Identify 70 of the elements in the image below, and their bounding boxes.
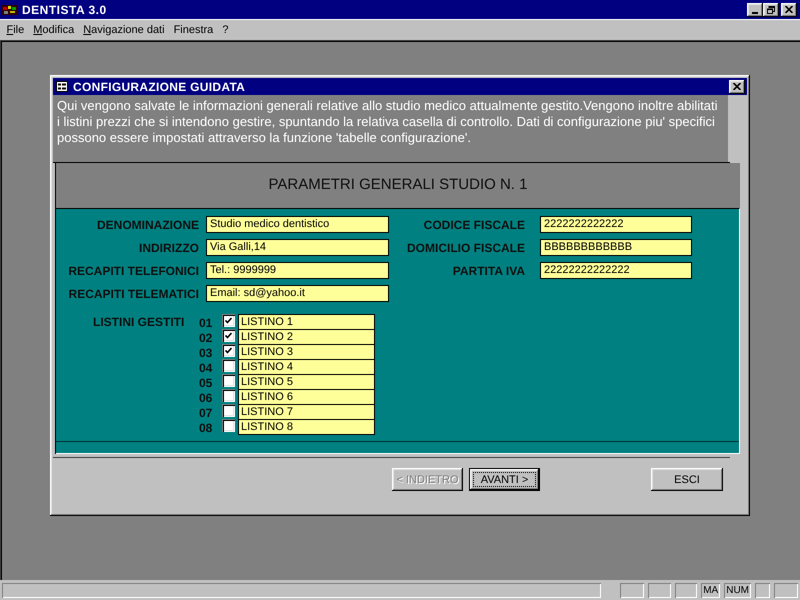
close-button[interactable] xyxy=(729,80,745,94)
checkbox[interactable] xyxy=(222,374,235,387)
menu-item[interactable]: Finestra xyxy=(169,24,218,36)
checkbox[interactable] xyxy=(222,419,235,432)
push-button[interactable]: ESCI xyxy=(651,468,723,491)
field-label: CODICE FISCALE xyxy=(422,218,525,232)
menu-item[interactable]: Navigazione dati xyxy=(78,24,170,36)
input-field[interactable]: Via Galli,14 xyxy=(206,239,389,256)
row-number: 04 xyxy=(199,360,214,377)
checkmark-icon xyxy=(225,332,232,339)
input-field[interactable]: 2222222222222 xyxy=(540,216,692,233)
menu-item[interactable]: ? xyxy=(218,24,233,36)
input-field[interactable]: LISTINO 1 xyxy=(238,314,375,330)
checkmark-icon xyxy=(225,317,232,324)
input-field[interactable]: LISTINO 5 xyxy=(238,374,375,390)
checkbox[interactable] xyxy=(222,329,235,342)
dialog-title: CONFIGURAZIONE GUIDATA xyxy=(73,80,246,94)
input-field[interactable]: Tel.: 9999999 xyxy=(206,262,389,279)
restore-button[interactable] xyxy=(763,2,779,16)
section-title: PARAMETRI GENERALI STUDIO N. 1 xyxy=(56,163,740,208)
minimize-button[interactable] xyxy=(747,2,763,16)
restore-icon xyxy=(767,6,775,14)
checkbox[interactable] xyxy=(222,314,235,327)
row-number: 06 xyxy=(199,390,214,407)
status-indicator: MA xyxy=(701,582,720,598)
status-panel xyxy=(755,582,770,598)
menu-item[interactable]: File xyxy=(2,24,29,36)
status-panel xyxy=(620,582,644,598)
window-title: DENTISTA 3.0 xyxy=(22,2,108,16)
close-icon xyxy=(733,83,741,90)
input-field[interactable]: LISTINO 3 xyxy=(238,344,375,360)
field-label: INDIRIZZO xyxy=(138,240,199,254)
input-field[interactable]: LISTINO 8 xyxy=(238,419,375,435)
form-icon xyxy=(56,81,68,92)
input-field[interactable]: LISTINO 4 xyxy=(238,359,375,375)
field-label: DOMICILIO FISCALE xyxy=(406,240,525,254)
row-number: 02 xyxy=(199,330,214,347)
menu-item[interactable]: Modifica xyxy=(28,24,79,36)
close-button[interactable] xyxy=(781,2,797,16)
status-panel xyxy=(774,582,798,598)
push-button[interactable]: AVANTI > xyxy=(469,468,540,491)
input-field[interactable]: LISTINO 7 xyxy=(238,404,375,420)
description-text: Qui vengono salvate le informazioni generali relative allo studio medico attualmente gestito.Vengono inoltre abilitati i listini prezzi che si intendono gestire, spuntando la relativa casella di controllo. Dati di configurazione piu' specifici possono essere impostati attraverso la funzione 'tabelle configurazione'. xyxy=(53,95,728,162)
input-field[interactable]: Email: sd@yahoo.it xyxy=(206,285,389,302)
checkbox[interactable] xyxy=(222,359,235,372)
status-panel xyxy=(648,582,672,598)
input-field[interactable]: Studio medico dentistico xyxy=(206,216,389,233)
checkbox[interactable] xyxy=(222,344,235,357)
minimize-icon xyxy=(752,12,758,14)
row-number: 08 xyxy=(199,420,214,437)
field-label: PARTITA IVA xyxy=(452,264,525,278)
status-indicator: NUM xyxy=(724,582,751,598)
checkmark-icon xyxy=(225,347,232,354)
row-number: 03 xyxy=(199,345,214,362)
checkbox[interactable] xyxy=(222,404,235,417)
input-field[interactable]: 22222222222222 xyxy=(540,262,692,279)
app-icon xyxy=(2,2,18,16)
input-field[interactable]: LISTINO 2 xyxy=(238,329,375,345)
checkbox[interactable] xyxy=(222,389,235,402)
row-number: 01 xyxy=(199,315,214,332)
field-label: RECAPITI TELEMATICI xyxy=(68,286,199,300)
field-label: LISTINI GESTITI xyxy=(93,314,184,330)
input-field[interactable]: BBBBBBBBBBBB xyxy=(540,239,692,256)
status-panel xyxy=(675,582,698,598)
close-icon xyxy=(785,6,793,13)
field-label: DENOMINAZIONE xyxy=(96,218,199,232)
input-field[interactable]: LISTINO 6 xyxy=(238,389,375,405)
field-label: RECAPITI TELEFONICI xyxy=(67,264,199,278)
row-number: 05 xyxy=(199,375,214,392)
row-number: 07 xyxy=(199,405,214,422)
